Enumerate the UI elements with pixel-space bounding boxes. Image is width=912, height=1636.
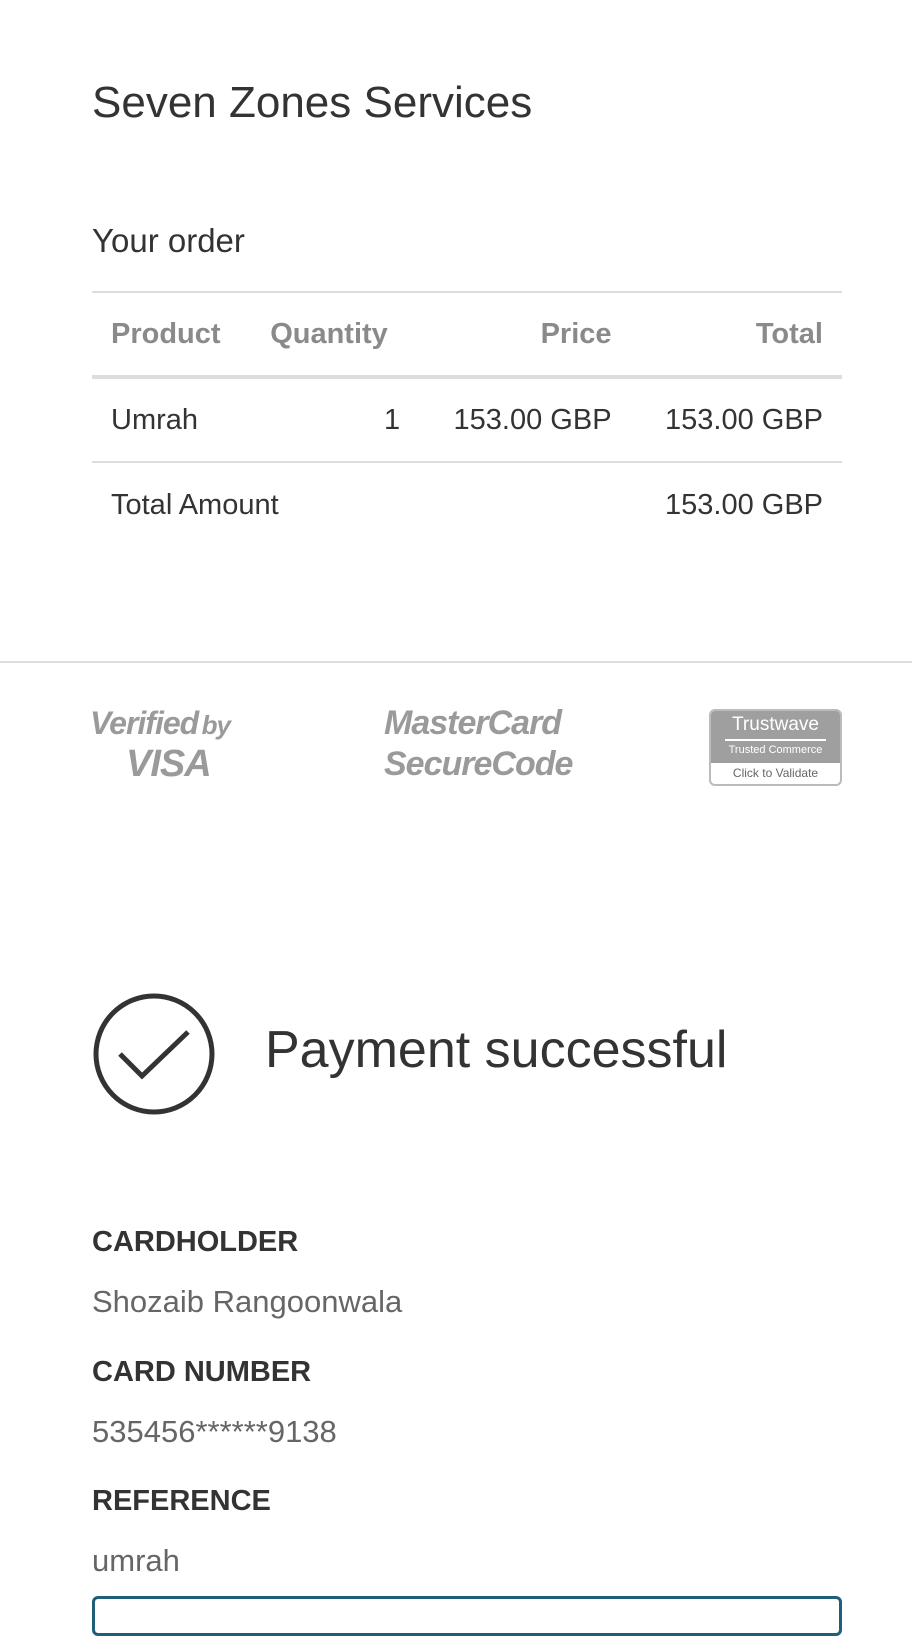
table-header: Product Quantity Price Total	[92, 291, 842, 379]
total-row: Total Amount 153.00 GBP	[92, 462, 842, 547]
col-total: Total	[630, 291, 842, 379]
divider	[0, 661, 912, 663]
order-table: Product Quantity Price Total Umrah 1 153…	[92, 291, 842, 547]
action-button[interactable]	[92, 1596, 842, 1636]
verified-by-visa-logo: Verified by VISA	[90, 705, 231, 785]
order-heading: Your order	[92, 222, 245, 259]
check-circle-icon	[93, 993, 215, 1115]
card-number-value: 535456******9138	[92, 1414, 337, 1449]
reference-label: REFERENCE	[92, 1485, 271, 1517]
payment-status: Payment successful	[265, 1021, 728, 1079]
total-label: Total Amount	[111, 488, 279, 521]
merchant-title: Seven Zones Services	[92, 78, 533, 127]
col-quantity: Quantity	[251, 291, 420, 379]
card-number-label: CARD NUMBER	[92, 1356, 312, 1388]
price-cell: 153.00 GBP	[419, 377, 631, 463]
col-price: Price	[419, 291, 631, 379]
quantity-cell: 1	[251, 377, 420, 463]
total-value: 153.00 GBP	[665, 488, 823, 521]
col-product: Product	[92, 291, 252, 379]
cardholder-label: CARDHOLDER	[92, 1226, 299, 1258]
table-row: Umrah 1 153.00 GBP 153.00 GBP	[92, 377, 842, 463]
trustwave-badge[interactable]: Trustwave Trusted Commerce Click to Valid…	[709, 709, 842, 786]
cardholder-value: Shozaib Rangoonwala	[92, 1284, 403, 1319]
product-cell: Umrah	[92, 377, 252, 463]
reference-value: umrah	[92, 1543, 180, 1578]
total-cell: 153.00 GBP	[630, 377, 842, 463]
mastercard-securecode-logo: MasterCard SecureCode	[384, 704, 573, 783]
